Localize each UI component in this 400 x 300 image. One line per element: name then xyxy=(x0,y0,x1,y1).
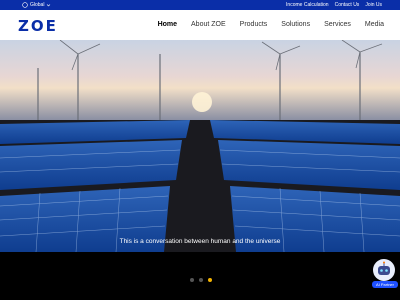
region-selector[interactable]: Global xyxy=(22,2,51,8)
hero-banner xyxy=(0,40,400,252)
nav-services[interactable]: Services xyxy=(324,21,351,28)
contact-us-link[interactable]: Contact Us xyxy=(335,2,360,8)
nav-products[interactable]: Products xyxy=(240,21,268,28)
chevron-down-icon xyxy=(47,3,51,6)
carousel-dot[interactable] xyxy=(199,278,203,282)
solar-farm-image xyxy=(0,40,400,252)
income-calculation-link[interactable]: Income Calculation xyxy=(286,2,329,8)
nav-solutions[interactable]: Solutions xyxy=(281,21,310,28)
region-label: Global xyxy=(30,2,45,8)
carousel-indicators xyxy=(190,278,212,282)
hero-bottom-band xyxy=(0,252,400,300)
ai-partner-label[interactable]: AI Partner xyxy=(372,281,398,288)
join-us-link[interactable]: Join Us xyxy=(365,2,382,8)
globe-icon xyxy=(22,2,28,8)
main-navbar: ZOE Home About ZOE Products Solutions Se… xyxy=(0,10,400,40)
top-utility-bar: Global Income Calculation Contact Us Joi… xyxy=(0,0,400,10)
carousel-dot-active[interactable] xyxy=(208,278,212,282)
nav-about-zoe[interactable]: About ZOE xyxy=(191,21,226,28)
nav-home[interactable]: Home xyxy=(158,21,177,28)
hero-caption: This is a conversation between human and… xyxy=(119,238,281,245)
carousel-dot[interactable] xyxy=(190,278,194,282)
robot-icon xyxy=(373,259,395,281)
nav-media[interactable]: Media xyxy=(365,21,384,28)
logo[interactable]: ZOE xyxy=(18,17,58,35)
